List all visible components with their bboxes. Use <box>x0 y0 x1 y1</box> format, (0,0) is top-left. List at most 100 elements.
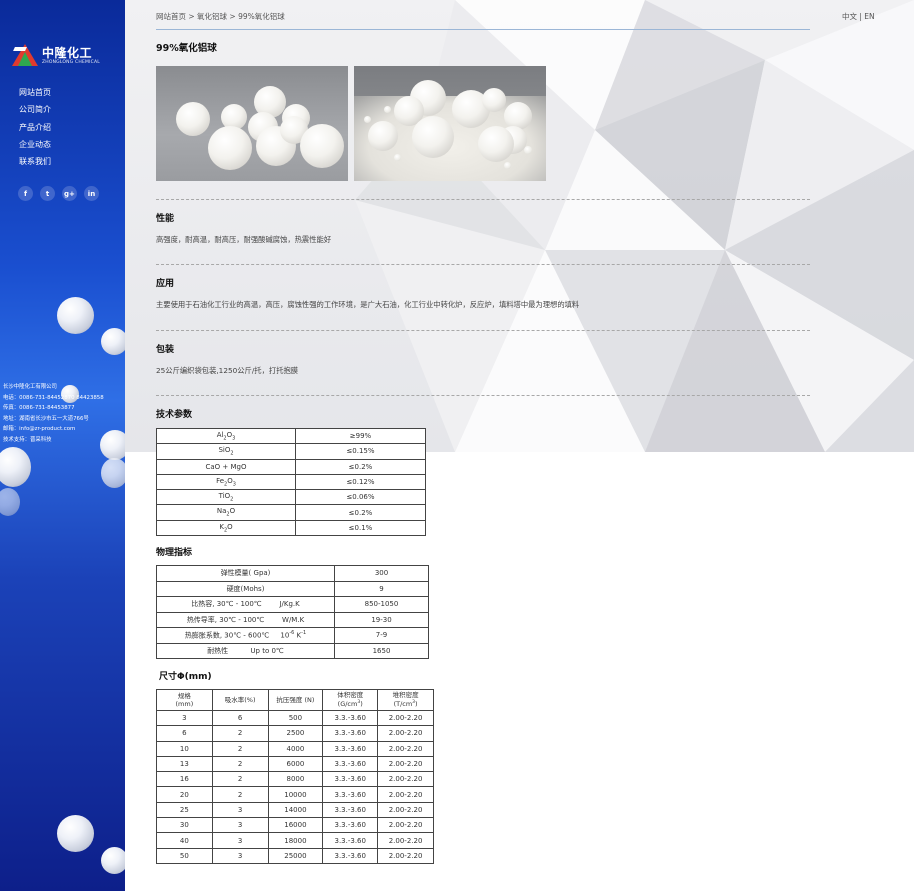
table-row: 比热容, 30℃ - 100℃ J/Kg.K 850-1050 <box>156 596 429 613</box>
table-row: 50 3 25000 3.3.-3.60 2.00-2.20 <box>156 847 434 864</box>
tech-param-name: K2O <box>156 519 296 537</box>
section-title-tech: 技术参数 <box>156 410 193 420</box>
section-title-packaging: 包装 <box>156 345 175 355</box>
language-switch[interactable]: 中文 | EN <box>842 11 875 22</box>
tech-param-value: ≤0.2% <box>295 504 426 521</box>
google-plus-icon[interactable]: g+ <box>62 186 77 201</box>
table-cell: 2.00-2.20 <box>377 755 434 773</box>
column-header: 规格 (mm) <box>156 689 213 711</box>
section-title-application: 应用 <box>156 279 175 289</box>
nav-item-contact[interactable]: 联系我们 <box>19 153 51 170</box>
nav-item-about[interactable]: 公司简介 <box>19 101 51 118</box>
table-cell: 3.3.-3.60 <box>322 817 379 834</box>
column-header: 吸水率(%) <box>211 689 269 711</box>
table-cell: 10000 <box>267 786 324 803</box>
section-title-size: 尺寸Φ(mm) <box>159 672 212 682</box>
table-cell: 2.00-2.20 <box>377 832 434 849</box>
table-row: TiO2 ≤0.06% <box>156 489 426 506</box>
table-row: Na2O ≤0.2% <box>156 504 426 521</box>
table-row: 40 3 18000 3.3.-3.60 2.00-2.20 <box>156 832 434 849</box>
table-cell: 8000 <box>267 771 324 788</box>
tech-param-value: ≤0.2% <box>295 458 426 475</box>
table-row: 3 6 500 3.3.-3.60 2.00-2.20 <box>156 709 434 727</box>
table-cell: 2 <box>211 740 269 757</box>
section-divider <box>156 330 810 331</box>
table-cell: 2.00-2.20 <box>377 771 434 788</box>
table-cell: 500 <box>267 709 324 727</box>
table-cell: 2.00-2.20 <box>377 786 434 803</box>
phys-param-value: 300 <box>334 565 429 582</box>
tech-param-name: Al2O3 <box>156 427 296 445</box>
section-divider <box>156 199 810 200</box>
tech-param-value: ≥99% <box>295 427 426 445</box>
tech-param-value: ≤0.1% <box>295 519 426 537</box>
phys-param-name: 热传导率, 30℃ - 100℃ W/M.K <box>156 611 335 628</box>
logo-mark-icon <box>12 44 38 68</box>
header-divider <box>156 29 810 30</box>
table-row: 热膨胀系数, 30℃ - 600℃ 10-6 K-1 7-9 <box>156 627 429 644</box>
table-cell: 3.3.-3.60 <box>322 709 379 727</box>
table-cell: 18000 <box>267 832 324 849</box>
table-cell: 16000 <box>267 817 324 834</box>
decor-ball <box>0 447 31 487</box>
table-row: Al2O3 ≥99% <box>156 427 426 445</box>
table-cell: 2500 <box>267 725 324 742</box>
table-cell: 16 <box>156 771 213 788</box>
section-text-packaging: 25公斤编织袋包装,1250公斤/托，打托抱膜 <box>156 366 299 375</box>
logo-name: 中隆化工 <box>42 45 93 60</box>
nav-item-news[interactable]: 企业动态 <box>19 136 51 153</box>
table-cell: 3.3.-3.60 <box>322 847 379 864</box>
nav-item-products[interactable]: 产品介绍 <box>19 119 51 136</box>
table-cell: 25000 <box>267 847 324 864</box>
tech-param-value: ≤0.06% <box>295 489 426 506</box>
logo-subtitle: ZHONGLONG CHEMICAL <box>42 59 100 65</box>
table-row: SiO2 ≤0.15% <box>156 443 426 460</box>
address: 地址：湖南省长沙市五一大道766号 <box>3 415 89 422</box>
table-cell: 3 <box>211 817 269 834</box>
table-cell: 2.00-2.20 <box>377 817 434 834</box>
table-row: 6 2 2500 3.3.-3.60 2.00-2.20 <box>156 725 434 742</box>
contact-info: 长沙中隆化工有限公司 电话：0086-731-84452870 84423858… <box>3 382 104 445</box>
table-cell: 2 <box>211 755 269 773</box>
table-cell: 3.3.-3.60 <box>322 801 379 819</box>
decor-ball <box>101 328 125 355</box>
table-row: 30 3 16000 3.3.-3.60 2.00-2.20 <box>156 817 434 834</box>
table-cell: 10 <box>156 740 213 757</box>
table-row: 10 2 4000 3.3.-3.60 2.00-2.20 <box>156 740 434 757</box>
page-title: 99%氧化铝球 <box>156 43 217 54</box>
product-photo-2 <box>354 66 546 181</box>
tech-param-name: CaO + MgO <box>156 458 296 475</box>
table-row: 耐热性 Up to 0℃ 1650 <box>156 642 429 659</box>
table-cell: 3.3.-3.60 <box>322 832 379 849</box>
table-row: 热传导率, 30℃ - 100℃ W/M.K 19-30 <box>156 611 429 628</box>
decor-ball <box>0 488 20 516</box>
tech-param-name: Fe2O3 <box>156 473 296 491</box>
table-row: 16 2 8000 3.3.-3.60 2.00-2.20 <box>156 771 434 788</box>
table-cell: 2.00-2.20 <box>377 847 434 864</box>
phys-param-name: 比热容, 30℃ - 100℃ J/Kg.K <box>156 596 335 613</box>
table-cell: 40 <box>156 832 213 849</box>
table-cell: 6 <box>156 725 213 742</box>
table-cell: 3 <box>211 832 269 849</box>
table-cell: 2.00-2.20 <box>377 725 434 742</box>
section-text-application: 主要使用于石油化工行业的高温，高压，腐蚀性强的工作环境，是广大石油，化工行业中转… <box>156 300 580 309</box>
email: 邮箱：info@zr-product.com <box>3 426 76 432</box>
table-row: 13 2 6000 3.3.-3.60 2.00-2.20 <box>156 755 434 773</box>
facebook-icon[interactable]: f <box>18 186 33 201</box>
table-cell: 14000 <box>267 801 324 819</box>
table-row: 25 3 14000 3.3.-3.60 2.00-2.20 <box>156 801 434 819</box>
linkedin-icon[interactable]: in <box>84 186 99 201</box>
column-header: 堆积密度 (T/cm3) <box>377 689 434 711</box>
decor-ball <box>101 458 125 488</box>
twitter-icon[interactable]: t <box>40 186 55 201</box>
phys-param-name: 弹性模量( Gpa) <box>156 565 335 582</box>
product-photo-1 <box>156 66 348 181</box>
sidebar: 中隆化工 ZHONGLONG CHEMICAL 网站首页 公司简介 产品介绍 企… <box>0 0 125 891</box>
nav-item-home[interactable]: 网站首页 <box>19 84 51 101</box>
table-row: 20 2 10000 3.3.-3.60 2.00-2.20 <box>156 786 434 803</box>
tech-param-value: ≤0.15% <box>295 443 426 460</box>
breadcrumb[interactable]: 网站首页 > 氧化铝球 > 99%氧化铝球 <box>156 11 285 22</box>
logo[interactable]: 中隆化工 ZHONGLONG CHEMICAL <box>12 44 100 68</box>
decor-ball <box>100 430 125 460</box>
section-text-performance: 高强度，耐高温，耐高压，耐强酸碱腐蚀，热震性能好 <box>156 235 332 244</box>
